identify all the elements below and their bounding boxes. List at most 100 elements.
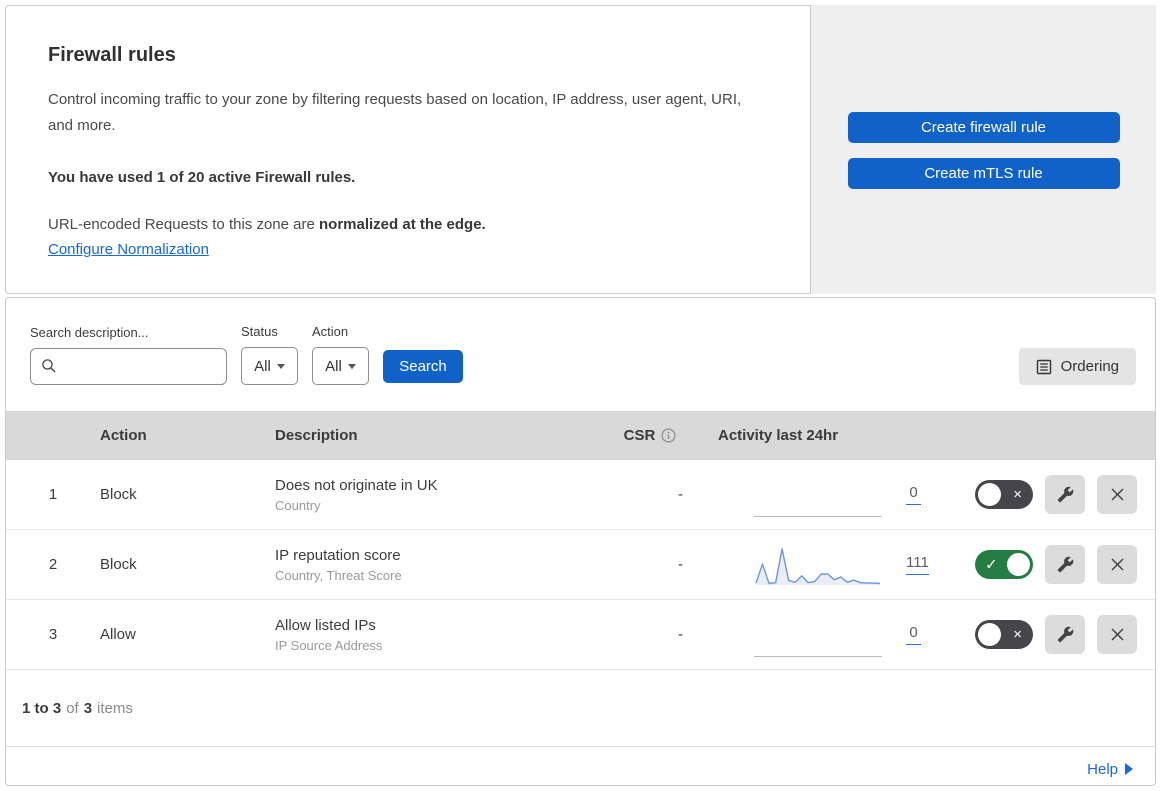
create-firewall-rule-button[interactable]: Create firewall rule (847, 112, 1120, 143)
activity-sparkline-empty (754, 613, 882, 657)
table-row: 3 Allow Allow listed IPs IP Source Addre… (6, 600, 1155, 670)
rule-fields: Country, Threat Score (275, 567, 402, 583)
rule-toggle[interactable]: ✓ × (975, 620, 1033, 649)
rule-action: Block (100, 486, 137, 503)
edit-rule-button[interactable] (1045, 475, 1085, 514)
rule-description-cell: Allow listed IPs IP Source Address (275, 617, 595, 653)
wrench-icon (1057, 486, 1073, 503)
search-label: Search description... (30, 325, 149, 340)
edit-rule-button[interactable] (1045, 615, 1085, 654)
firewall-rules-page: Firewall rules Control incoming traffic … (0, 0, 1161, 791)
page-description: Control incoming traffic to your zone by… (48, 91, 742, 134)
check-icon: ✓ (985, 556, 998, 574)
x-icon: × (1013, 485, 1022, 503)
toggle-knob (978, 623, 1001, 646)
help-link[interactable]: Help (1087, 761, 1133, 778)
close-icon (1110, 558, 1124, 571)
rule-description: Does not originate in UK (275, 476, 438, 494)
toggle-knob (978, 483, 1001, 506)
page-title: Firewall rules (48, 44, 176, 66)
of-label: of (66, 699, 79, 717)
intro-card: Firewall rules Control incoming traffic … (5, 5, 811, 294)
activity-count-link[interactable]: 111 (906, 554, 929, 575)
action-dropdown-value: All (325, 357, 342, 375)
help-link-label: Help (1087, 760, 1118, 778)
rule-csr: - (678, 486, 683, 503)
delete-rule-button[interactable] (1097, 475, 1137, 514)
search-input[interactable] (30, 348, 227, 385)
close-icon (1110, 488, 1124, 501)
status-dropdown-value: All (254, 357, 271, 375)
chevron-down-icon (276, 363, 285, 369)
rule-number: 2 (48, 556, 58, 573)
items-range: 1 to 3 (22, 699, 62, 717)
rule-csr: - (678, 626, 683, 643)
items-label: items (97, 699, 133, 717)
edit-rule-button[interactable] (1045, 545, 1085, 584)
arrow-right-icon (1125, 763, 1133, 775)
search-field: Search description... (30, 325, 227, 385)
delete-rule-button[interactable] (1097, 615, 1137, 654)
actions-panel: Create firewall rule Create mTLS rule (811, 5, 1156, 294)
wrench-icon (1057, 556, 1073, 573)
rule-fields: IP Source Address (275, 637, 383, 653)
items-total: 3 (83, 699, 93, 717)
column-activity: Activity last 24hr (718, 427, 839, 444)
column-action: Action (100, 427, 147, 444)
filter-bar: Search description... Status All Action (6, 298, 1155, 411)
rule-toggle[interactable]: ✓ × (975, 550, 1033, 579)
activity-sparkline-empty (754, 473, 882, 517)
usage-note: You have used 1 of 20 active Firewall ru… (48, 169, 356, 186)
rule-toggle[interactable]: ✓ × (975, 480, 1033, 509)
ordering-button-label: Ordering (1060, 358, 1119, 375)
activity-count-link[interactable]: 0 (906, 484, 921, 505)
search-button[interactable]: Search (383, 350, 463, 383)
rule-action: Block (100, 556, 137, 573)
activity-count-link[interactable]: 0 (906, 624, 921, 645)
pagination-summary: 1 to 3 of 3 items (6, 670, 1155, 747)
table-row: 1 Block Does not originate in UK Country… (6, 460, 1155, 530)
rule-action: Allow (100, 626, 136, 643)
close-icon (1110, 628, 1124, 641)
action-label: Action (312, 324, 349, 339)
x-icon: × (1013, 625, 1022, 643)
action-field: Action All (312, 324, 369, 385)
table-header: Action Description CSR Activity last 24h… (6, 411, 1155, 460)
rule-controls: ✓ × (955, 545, 1155, 584)
delete-rule-button[interactable] (1097, 545, 1137, 584)
search-icon (42, 359, 56, 373)
column-csr: CSR (595, 427, 705, 444)
chevron-down-icon (347, 363, 356, 369)
info-icon[interactable] (661, 428, 676, 443)
action-dropdown[interactable]: All (312, 347, 369, 385)
column-description: Description (275, 427, 358, 444)
rule-fields: Country (275, 497, 321, 513)
status-field: Status All (241, 324, 298, 385)
rule-description-cell: Does not originate in UK Country (275, 477, 595, 513)
normalization-note: URL-encoded Requests to this zone are no… (48, 216, 768, 233)
wrench-icon (1057, 626, 1073, 643)
normalization-prefix: URL-encoded Requests to this zone are (48, 216, 319, 233)
create-mtls-rule-button[interactable]: Create mTLS rule (847, 158, 1120, 189)
rule-number: 3 (48, 626, 58, 643)
status-dropdown[interactable]: All (241, 347, 298, 385)
activity-sparkline (754, 543, 882, 587)
rules-card: Search description... Status All Action (5, 297, 1156, 786)
rule-activity-cell: 0 (705, 613, 955, 657)
configure-normalization-link[interactable]: Configure Normalization (48, 241, 209, 258)
rule-number: 1 (48, 486, 58, 503)
rule-activity-cell: 0 (705, 473, 955, 517)
help-row: Help (6, 747, 1155, 785)
rule-description-cell: IP reputation score Country, Threat Scor… (275, 547, 595, 583)
ordering-list-icon (1036, 359, 1051, 374)
normalization-bold: normalized at the edge. (319, 216, 486, 233)
rule-description: Allow listed IPs (275, 616, 376, 634)
rule-activity-cell: 111 (705, 543, 955, 587)
rule-controls: ✓ × (955, 615, 1155, 654)
toggle-knob (1007, 553, 1030, 576)
top-section: Firewall rules Control incoming traffic … (5, 5, 1156, 294)
ordering-button[interactable]: Ordering (1018, 348, 1136, 385)
status-label: Status (241, 324, 278, 339)
table-row: 2 Block IP reputation score Country, Thr… (6, 530, 1155, 600)
rule-description: IP reputation score (275, 546, 401, 564)
